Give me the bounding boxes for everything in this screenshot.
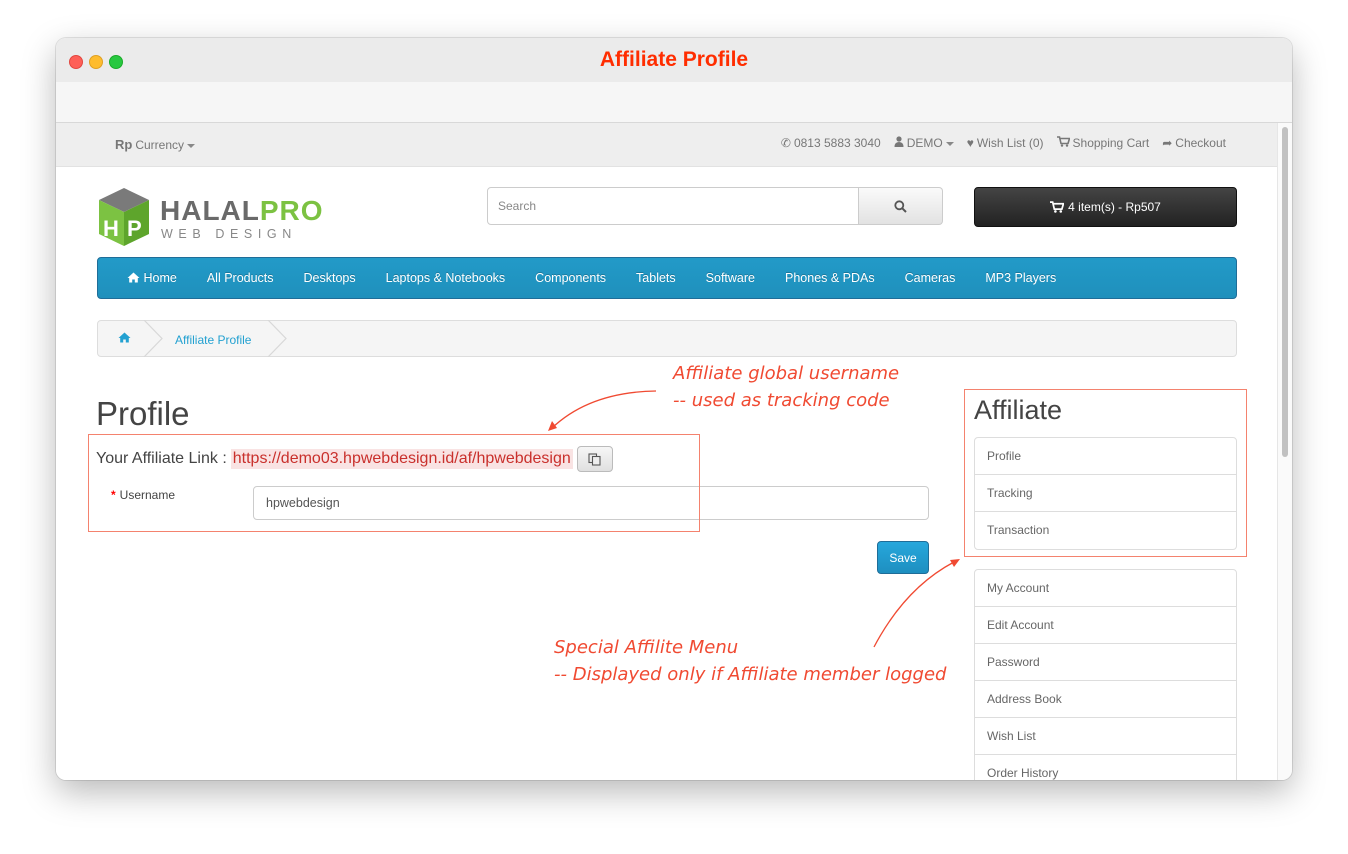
page-scrollbar[interactable] [1277,123,1292,780]
sidebar-item-edit-account[interactable]: Edit Account [975,607,1236,644]
heart-icon: ♥ [966,136,974,150]
affiliate-link-url[interactable]: https://demo03.hpwebdesign.id/af/hpwebde… [230,449,573,469]
cart-total-button[interactable]: 4 item(s) - Rp507 [974,187,1237,227]
breadcrumb: Affiliate Profile [97,320,1237,357]
menu-item-home-label: Home [143,271,177,285]
username-field[interactable] [253,486,929,520]
phone-number: 0813 5883 3040 [793,136,881,150]
sidebar-heading: Affiliate [974,395,1063,425]
menu-item[interactable]: All Products [207,271,274,285]
cart-icon [1056,136,1071,150]
breadcrumb-separator [267,320,287,357]
username-field-label: * Username [111,488,175,502]
user-icon [894,136,904,150]
top-bar: Rp Currency ✆ 0813 5883 3040 DEMO ♥ Wish Li… [56,123,1278,167]
shopping-cart-label: Shopping Cart [1072,136,1150,150]
copy-link-button[interactable] [576,446,613,472]
phone-link[interactable]: ✆ 0813 5883 3040 [781,136,881,150]
page-title: Profile [96,395,190,432]
currency-label: Currency [135,138,185,152]
share-icon: ➦ [1162,136,1173,150]
sidebar-item-order-history[interactable]: Order History [975,755,1236,780]
affiliate-menu: Profile Tracking Transaction [974,437,1237,550]
caret-down-icon [945,141,954,146]
phone-icon: ✆ [780,136,791,150]
sidebar-item-wish-list[interactable]: Wish List [975,718,1236,755]
menu-item[interactable]: Software [706,271,755,285]
logo-wordmark: HALALPRO [160,195,324,227]
menu-item[interactable]: Laptops & Notebooks [386,271,506,285]
username-label: Username [119,488,176,502]
wishlist-label: Wish List (0) [976,136,1044,150]
cart-icon [1050,201,1065,213]
menu-item[interactable]: Components [535,271,606,285]
main-menu: Home All Products Desktops Laptops & Not… [97,257,1237,299]
search-icon [894,199,907,213]
copy-icon [588,452,601,466]
menu-item[interactable]: MP3 Players [985,271,1056,285]
required-icon: * [111,488,116,502]
sidebar-item-password[interactable]: Password [975,644,1236,681]
logo-subtitle: WEB DESIGN [161,227,297,241]
account-menu: My Account Edit Account Password Address… [974,569,1237,780]
sidebar-item-address-book[interactable]: Address Book [975,681,1236,718]
menu-item[interactable]: Cameras [905,271,956,285]
sidebar-item-profile[interactable]: Profile [975,438,1236,475]
scrollbar-thumb[interactable] [1282,127,1288,457]
sidebar-item-my-account[interactable]: My Account [975,570,1236,607]
sidebar-item-transaction[interactable]: Transaction [975,512,1236,549]
save-button[interactable]: Save [877,541,929,574]
menu-item[interactable]: Desktops [304,271,356,285]
top-links: ✆ 0813 5883 3040 DEMO ♥ Wish List (0) Shop… [781,136,1226,150]
account-dropdown[interactable]: DEMO [894,136,954,150]
menu-item[interactable]: Tablets [636,271,676,285]
affiliate-link-row: Your Affiliate Link : https://demo03.hpw… [96,446,613,472]
currency-symbol: Rp [115,137,133,152]
wishlist-link[interactable]: ♥ Wish List (0) [967,136,1044,150]
logo-cube-icon: H P [99,188,149,246]
site-logo[interactable]: H P HALALPRO WEB DESIGN [97,186,323,248]
breadcrumb-home[interactable] [118,332,131,346]
search-button[interactable] [859,187,943,225]
svg-text:P: P [127,216,142,241]
sidebar-item-tracking[interactable]: Tracking [975,475,1236,512]
menu-item[interactable]: Phones & PDAs [785,271,875,285]
logo-accent-text: PRO [259,195,324,226]
search-bar [487,187,943,227]
browser-window: Affiliate Profile Rp Currency ✆ 0813 5883 … [56,38,1292,780]
browser-toolbar [56,82,1292,123]
caret-down-icon [187,143,196,148]
web-page: Rp Currency ✆ 0813 5883 3040 DEMO ♥ Wish Li… [56,123,1278,780]
affiliate-link-label: Your Affiliate Link : [96,450,227,467]
search-input[interactable] [487,187,859,225]
logo-main-text: HALAL [160,195,260,226]
account-label: DEMO [906,136,943,150]
svg-text:H: H [103,216,119,241]
breadcrumb-separator [143,320,163,357]
home-icon [118,332,131,343]
checkout-label: Checkout [1175,136,1226,150]
menu-item-home[interactable]: Home [127,271,177,285]
shopping-cart-link[interactable]: Shopping Cart [1056,136,1150,150]
checkout-link[interactable]: ➦ Checkout [1162,136,1226,150]
cart-total-label: 4 item(s) - Rp507 [1068,200,1161,214]
currency-dropdown[interactable]: Rp Currency [115,137,196,152]
title-bar: Affiliate Profile [56,38,1292,82]
home-icon [127,271,140,285]
breadcrumb-current[interactable]: Affiliate Profile [175,333,251,347]
window-title: Affiliate Profile [599,48,749,71]
